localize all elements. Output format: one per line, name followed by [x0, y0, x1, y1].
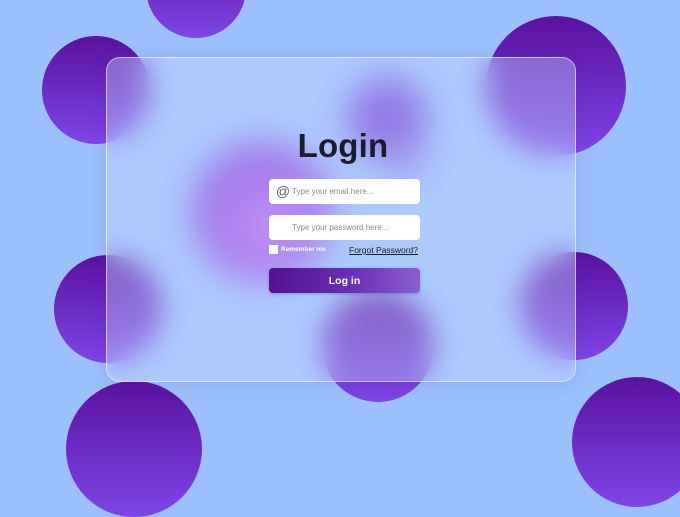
remember-me-checkbox[interactable] [269, 244, 278, 254]
page-title: Login [297, 127, 389, 164]
decorative-circle [572, 377, 680, 507]
decorative-circle [66, 381, 202, 517]
login-button[interactable]: Log in [269, 268, 420, 293]
email-input[interactable] [270, 180, 419, 203]
decorative-circle [146, 0, 246, 38]
password-field[interactable] [269, 215, 420, 240]
email-field[interactable]: @ [269, 179, 420, 204]
remember-me[interactable]: Remember me [269, 244, 326, 254]
forgot-password-link[interactable]: Forgot Password? [349, 245, 418, 255]
password-input[interactable] [270, 216, 419, 239]
remember-me-label: Remember me [281, 245, 326, 253]
